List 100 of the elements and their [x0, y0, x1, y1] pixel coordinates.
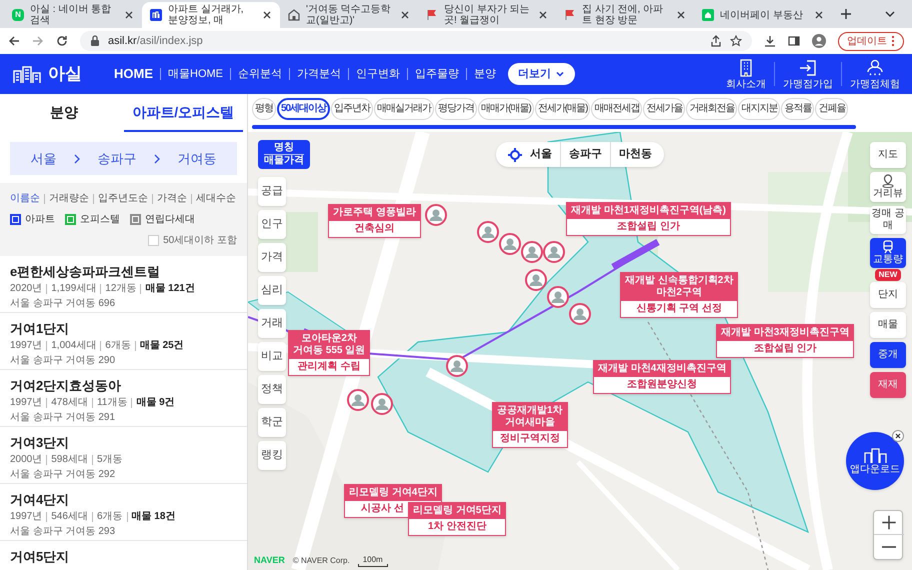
map-side-button[interactable]: 정책: [258, 375, 286, 404]
sort-option[interactable]: 가격순: [157, 191, 187, 206]
browser-tab[interactable]: 네이버페이 부동산: [694, 2, 832, 28]
map-tool-button[interactable]: 거리뷰: [870, 172, 906, 202]
type-filter[interactable]: 아파트: [10, 212, 55, 227]
filter-chip[interactable]: 전세가율: [643, 98, 686, 120]
map-side-button[interactable]: 비교: [258, 342, 286, 371]
complex-list-item[interactable]: 거여5단지: [0, 541, 247, 570]
filter-chip[interactable]: 평당가격: [435, 98, 478, 120]
map-tool-button[interactable]: 지도: [870, 142, 906, 168]
breadcrumb-link[interactable]: 서울: [30, 148, 56, 168]
map-callout[interactable]: 리모델링 거여5단지 1차 안전진단: [408, 502, 506, 536]
download-icon[interactable]: [764, 35, 776, 47]
browser-tab[interactable]: 아파트 실거래가, 분양정보, 매: [142, 2, 280, 28]
type-filter[interactable]: 연립다세대: [130, 212, 195, 227]
callout-title: 리모델링 거여5단지: [409, 503, 506, 519]
address-field[interactable]: asil.kr/asil/index.jsp: [80, 31, 752, 51]
type-filter[interactable]: 오피스텔: [65, 212, 120, 227]
sort-option[interactable]: 입주년도순: [98, 191, 148, 206]
locate-icon[interactable]: [508, 148, 522, 162]
filter-chip[interactable]: 건폐율: [815, 98, 848, 120]
checkbox[interactable]: [130, 214, 141, 225]
sidebar-icon[interactable]: [788, 35, 800, 47]
map-side-button[interactable]: 랭킹: [258, 441, 286, 470]
complex-list-item[interactable]: e편한세상송파파크센트럴 2020년 1,199세대 12개동 매물 121건 서울 송파구 거여동 696: [0, 256, 247, 313]
browser-tab[interactable]: 당신이 부자가 되는 곳! 월급쟁이: [418, 2, 556, 28]
map-tool-button[interactable]: 중개: [870, 342, 906, 368]
filter-chip[interactable]: 50세대이상: [277, 98, 330, 120]
back-icon[interactable]: [8, 35, 20, 47]
map-side-button[interactable]: 학군: [258, 408, 286, 437]
checkbox[interactable]: [10, 214, 21, 225]
sidebar-tab[interactable]: 분양: [4, 94, 124, 132]
star-icon[interactable]: [730, 35, 742, 47]
callout-title: 재개발 마천3재정비촉진구역: [717, 325, 854, 341]
scrollbar[interactable]: [252, 124, 856, 128]
share-icon[interactable]: [710, 35, 722, 47]
map-callout[interactable]: 재개발 마천1재정비촉진구역(남측) 조합설립 인가: [566, 202, 731, 236]
sidebar-tab[interactable]: 아파트/오피스텔: [124, 94, 243, 132]
breadcrumb-link[interactable]: 거여동: [178, 148, 217, 168]
filter-chip[interactable]: 평형: [252, 98, 276, 120]
filter-chip[interactable]: 용적률: [781, 98, 814, 120]
nav-link[interactable]: 분양: [474, 66, 496, 82]
more-button[interactable]: 더보기: [508, 63, 575, 85]
close-icon[interactable]: [814, 10, 824, 20]
nav-link[interactable]: 인구변화: [356, 66, 400, 82]
filter-chip[interactable]: 대지지분: [738, 98, 780, 120]
map-side-button[interactable]: 거래: [258, 309, 286, 338]
map-callout[interactable]: 재개발 마천3재정비촉진구역 조합설립 인가: [716, 324, 854, 358]
location-link[interactable]: 서울: [530, 146, 552, 163]
complex-list-item[interactable]: 거여2단지효성동아 1997년 478세대 11개동 매물 9건 서울 송파구 거여동 291: [0, 370, 247, 427]
filter-chip[interactable]: 입주년차: [331, 98, 374, 120]
map-side-button[interactable]: 가격: [258, 243, 286, 272]
map-callout[interactable]: 재개발 마천4재정비촉진구역 조합원분양신청: [593, 360, 732, 394]
map-tool-button[interactable]: 재재: [870, 372, 906, 398]
close-icon[interactable]: [676, 10, 686, 20]
profile-icon[interactable]: [812, 34, 826, 48]
map-tool-button[interactable]: 교통량: [870, 238, 906, 268]
filter-chip[interactable]: 거래회전율: [686, 98, 738, 120]
nav-link[interactable]: HOME: [114, 64, 153, 84]
header-link[interactable]: 가맹점체험: [846, 58, 904, 90]
map-side-button[interactable]: 공급: [258, 177, 286, 206]
sort-option[interactable]: 이름순: [10, 191, 40, 206]
nav-link[interactable]: 매물HOME: [168, 66, 223, 82]
browser-tab[interactable]: 집 사기 전에, 아파트 현장 방문: [556, 2, 694, 28]
breadcrumb-link[interactable]: 송파구: [97, 148, 136, 168]
small-filter[interactable]: 50세대이하 포함: [148, 233, 237, 248]
header-link[interactable]: 회사소개: [722, 58, 770, 90]
complex-list-item[interactable]: 거여3단지 2000년 598세대 5개동 서울 송파구 거여동 292: [0, 427, 247, 484]
location-link[interactable]: 송파구: [569, 146, 602, 163]
close-icon[interactable]: [538, 10, 548, 20]
sort-option[interactable]: 거래량순: [49, 191, 89, 206]
map-side-button[interactable]: 인구: [258, 210, 286, 239]
map-tool-button[interactable]: 단지: [870, 282, 906, 308]
sort-option[interactable]: 세대수순: [196, 191, 236, 206]
header-link[interactable]: 가맹점가입: [779, 58, 837, 90]
map-tool-button[interactable]: 매물: [870, 312, 906, 338]
map-side-button[interactable]: 심리: [258, 276, 286, 305]
checkbox[interactable]: [65, 214, 76, 225]
nav-link[interactable]: 가격분석: [297, 66, 341, 82]
filter-chip[interactable]: 매매실거래가: [374, 98, 434, 120]
close-icon[interactable]: [400, 10, 410, 20]
plus-icon[interactable]: [840, 8, 852, 20]
filter-chip[interactable]: 전세가(매물): [534, 98, 590, 120]
map-callout[interactable]: 공공재개발1차 거여새마을 정비구역지정: [492, 402, 568, 448]
nav-link[interactable]: 순위분석: [238, 66, 282, 82]
filter-chip[interactable]: 매매가(매물): [478, 98, 534, 120]
map-callout[interactable]: 재개발 신속통합기획2차 마천2구역 신통기획 구역 선정: [620, 272, 738, 318]
update-button[interactable]: 업데이트: [838, 32, 904, 50]
reload-icon[interactable]: [56, 35, 68, 47]
close-icon[interactable]: [124, 10, 134, 20]
map-tool-button[interactable]: 경매 공매: [870, 206, 906, 234]
location-link[interactable]: 마천동: [619, 146, 652, 163]
browser-tab[interactable]: '거여동 덕수고등학교(일반고)': [280, 2, 418, 28]
complex-list-item[interactable]: 거여4단지 1997년 546세대 6개동 매물 18건 서울 송파구 거여동 293: [0, 484, 247, 541]
filter-chip[interactable]: 매매전세갭: [591, 98, 642, 120]
complex-list-item[interactable]: 거여1단지 1997년 1,004세대 6개동 매물 25건 서울 송파구 거여동 290: [0, 313, 247, 370]
nav-link[interactable]: 입주물량: [415, 66, 459, 82]
map-callout[interactable]: 가로주택 영풍빌라 건축심의: [328, 204, 421, 238]
map-callout[interactable]: 모아타운2차 거여동 555 일원 관리계획 수립: [288, 330, 370, 376]
close-icon[interactable]: [262, 10, 272, 20]
